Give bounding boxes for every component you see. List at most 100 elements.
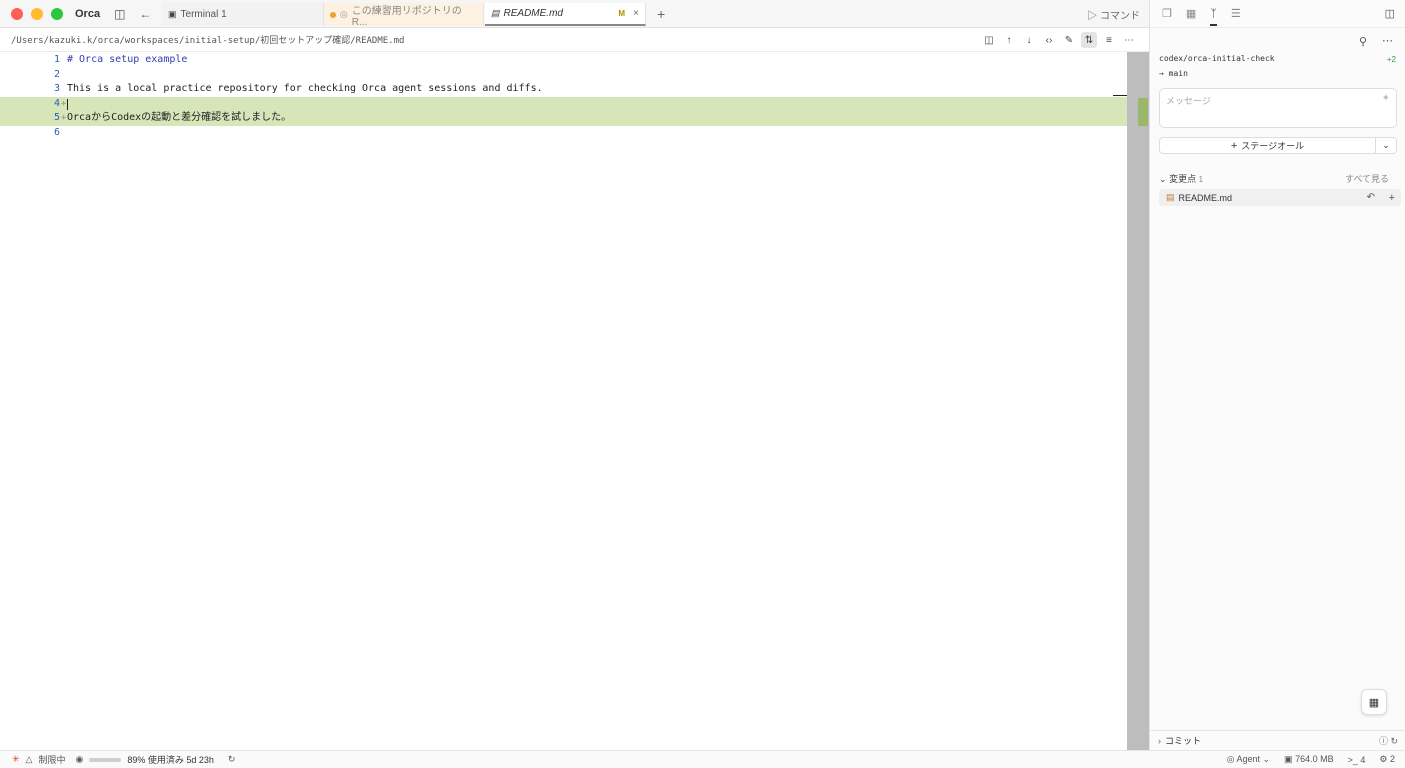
agent-icon: ◎ — [339, 9, 348, 19]
text-cursor — [67, 98, 68, 110]
terminal-count[interactable]: >_ 4 — [1348, 755, 1366, 765]
close-window-button[interactable] — [11, 7, 23, 20]
file-path: /Users/kazuki.k/orca/workspaces/initial-… — [11, 36, 405, 46]
limit-indicator-icon: ✳ — [12, 754, 20, 764]
command-label: コマンド — [1100, 11, 1140, 22]
changed-file-name: README.md — [1178, 192, 1233, 203]
commit-message-input[interactable]: メッセージ ✦ — [1159, 88, 1397, 128]
warning-icon: △ — [25, 754, 33, 764]
chevron-down-icon: ⌄ — [1382, 140, 1390, 150]
changes-count: 1 — [1198, 175, 1204, 184]
ports-count[interactable]: ⚙ 2 — [1379, 754, 1395, 765]
sidebar-toggle-icon[interactable]: ◫ — [114, 7, 125, 21]
tab-label: README.md — [503, 8, 563, 19]
path-bar: /Users/kazuki.k/orca/workspaces/initial-… — [0, 28, 1149, 52]
arrow-right-icon: → — [1159, 69, 1164, 78]
more-icon[interactable]: ⋯ — [1382, 34, 1393, 47]
code-view-icon[interactable]: ‹› — [1041, 32, 1057, 48]
terminal-icon: ▣ — [168, 9, 177, 19]
agent-status[interactable]: ◎ Agent ⌄ — [1227, 754, 1270, 765]
base-branch: → main — [1159, 69, 1188, 78]
tab-readme[interactable]: ▤ README.md M × — [485, 3, 646, 26]
more-options-icon[interactable]: ⋯ — [1121, 32, 1137, 48]
agent-label: Agent — [1236, 754, 1260, 764]
message-placeholder: メッセージ — [1166, 96, 1211, 106]
stage-all-button[interactable]: + ステージオール — [1159, 137, 1376, 154]
memory-icon: ▣ — [1284, 754, 1293, 764]
changed-file-row[interactable]: ▤ README.md ↶ + — [1159, 189, 1401, 206]
status-bar: ✳ △ 制限中 ◉ 89% 使用済み 5d 23h ↻ ◎ Agent ⌄ ▣ … — [0, 750, 1405, 768]
list-options-icon[interactable]: ≡ — [1101, 32, 1117, 48]
command-button[interactable]: ▷ コマンド — [1087, 7, 1140, 22]
commit-info-icons[interactable]: ⓘ ↻ — [1379, 734, 1398, 747]
changes-header[interactable]: ⌄ 変更点 1 すべて見る — [1159, 172, 1397, 185]
checklist-icon[interactable]: ☰ — [1231, 7, 1241, 20]
stage-all-label: ステージオール — [1241, 141, 1305, 151]
stage-file-icon[interactable]: + — [1389, 192, 1395, 204]
files-icon[interactable]: ❐ — [1162, 7, 1172, 20]
discard-change-icon[interactable]: ↶ — [1367, 192, 1375, 203]
tab-agent-session[interactable]: ◎ この練習用リポジトリの R... — [324, 3, 484, 28]
line-number: 4 — [53, 97, 60, 109]
edit-pencil-icon[interactable]: ✎ — [1061, 32, 1077, 48]
usage-bar — [89, 757, 122, 762]
ahead-count: +2 — [1386, 55, 1396, 64]
line-number: 1 — [53, 54, 60, 65]
limit-label: 制限中 — [38, 755, 66, 765]
usage-text: 89% 使用済み 5d 23h — [127, 755, 214, 765]
changes-label: 変更点 — [1169, 174, 1197, 184]
base-branch-label: main — [1168, 69, 1188, 78]
layout-icon: ▦ — [1368, 696, 1380, 709]
diff-toggle-icon[interactable]: ⇅ — [1081, 32, 1097, 48]
line-number: 6 — [53, 126, 60, 138]
previous-change-icon[interactable]: ↑ — [1001, 32, 1017, 48]
stage-dropdown-button[interactable]: ⌄ — [1376, 137, 1397, 154]
app-name: Orca — [75, 7, 101, 20]
branch-name: codex/orca-initial-check — [1159, 54, 1275, 63]
overview-ruler[interactable] — [1127, 52, 1149, 750]
minimize-window-button[interactable] — [31, 7, 43, 20]
new-tab-button[interactable]: + — [657, 6, 665, 22]
panel-toggle-icon[interactable]: ◫ — [1385, 7, 1395, 20]
see-all-link[interactable]: すべて見る — [1345, 172, 1389, 185]
plus-icon: + — [1230, 139, 1238, 152]
code-editor[interactable]: ⤶ 1 # Orca setup example 2 3 This is a l… — [0, 52, 1127, 750]
source-control-icon[interactable]: ᛉ — [1210, 8, 1217, 26]
status-right: ◎ Agent ⌄ ▣ 764.0 MB >_ 4 ⚙ 2 — [1227, 754, 1395, 765]
commit-section[interactable]: › コミット ⓘ ↻ — [1150, 730, 1405, 750]
layout-panel-button[interactable]: ▦ — [1361, 689, 1387, 715]
file-icon: ▤ — [491, 8, 500, 18]
tab-label: Terminal 1 — [180, 9, 227, 20]
added-change-mark — [1138, 98, 1148, 126]
next-change-icon[interactable]: ↓ — [1021, 32, 1037, 48]
play-icon: ▷ — [1087, 11, 1098, 22]
editor-toolbar: ◫ ↑ ↓ ‹› ✎ ⇅ ≡ ⋯ — [981, 32, 1137, 48]
refresh-icon[interactable]: ↻ — [228, 754, 236, 765]
generate-message-icon[interactable]: ✦ — [1382, 93, 1390, 104]
source-control-panel: ❐ ▦ ᛉ ☰ ◫ ⚲ ⋯ codex/orca-initial-check +… — [1149, 0, 1405, 750]
panel-tabs: ❐ ▦ ᛉ ☰ ◫ — [1150, 0, 1405, 28]
back-arrow-icon[interactable]: ← — [139, 7, 151, 21]
line-text: # Orca setup example — [67, 54, 188, 65]
memory-status: ▣ 764.0 MB — [1284, 754, 1334, 765]
close-tab-icon[interactable]: × — [633, 8, 639, 19]
added-marker: + — [61, 113, 67, 123]
usage-icon: ◉ — [75, 754, 84, 764]
search-icon[interactable]: ⚲ — [1359, 35, 1367, 48]
line-text: OrcaからCodexの起動と差分確認を試しました。 — [67, 112, 292, 123]
editor-line: 3 This is a local practice repository fo… — [0, 82, 1127, 97]
editor-line: 6 — [0, 126, 1127, 141]
terminal-icon: >_ — [1347, 754, 1358, 765]
line-text: This is a local practice repository for … — [67, 83, 543, 94]
window-controls — [11, 7, 63, 20]
line-number: 3 — [53, 83, 60, 94]
memory-value: 764.0 MB — [1295, 754, 1334, 764]
tab-terminal[interactable]: ▣ Terminal 1 — [162, 3, 324, 26]
zoom-window-button[interactable] — [51, 7, 63, 20]
split-view-icon[interactable]: ◫ — [981, 32, 997, 48]
line-number: 2 — [53, 68, 60, 80]
file-icon: ▤ — [1166, 192, 1175, 202]
grid-icon[interactable]: ▦ — [1186, 7, 1196, 20]
editor-line: 2 — [0, 68, 1127, 83]
status-left: ✳ △ 制限中 ◉ 89% 使用済み 5d 23h ↻ — [12, 753, 235, 766]
